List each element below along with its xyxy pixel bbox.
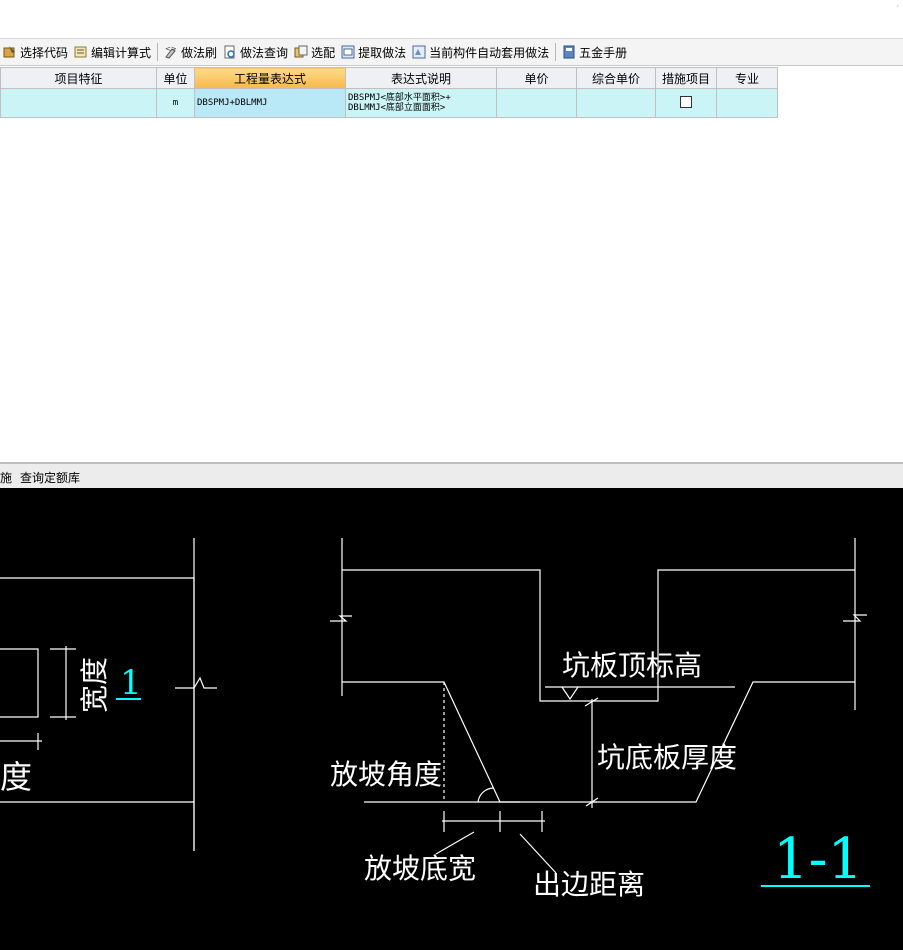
expression-text: DBSPMJ+DBLMMJ: [197, 98, 268, 108]
cell-feature[interactable]: [0, 88, 157, 118]
col-header-unit[interactable]: 单位: [156, 67, 195, 89]
expression-desc: DBSPMJ<底部水平面积>+ DBLMMJ<底部立面面积>: [347, 93, 496, 113]
cell-total-unit-price[interactable]: [576, 88, 656, 118]
section-title: 1-1: [773, 827, 863, 892]
hardware-manual-button[interactable]: 五金手册: [559, 41, 630, 63]
col-header-feature[interactable]: 项目特征: [0, 67, 157, 89]
method-toolbar: 选择代码 编辑计算式 <> 做法刷 做法查询 选配 提取做法 当前构件自动套用做…: [0, 39, 903, 66]
method-brush-label: 做法刷: [181, 45, 218, 60]
extract-method-icon: [341, 45, 355, 59]
auto-apply-method-button[interactable]: 当前构件自动套用做法: [409, 41, 552, 63]
plan-inner-box: [0, 648, 39, 718]
method-table: 项目特征 单位 工程量表达式 表达式说明 单价 综合单价 措施项目 专业 m D…: [0, 67, 778, 118]
leader-slope-width: [435, 831, 475, 855]
label-width: 宽度: [78, 657, 111, 713]
col-header-expression-desc[interactable]: 表达式说明: [345, 67, 497, 89]
col-header-measure-item[interactable]: 措施项目: [655, 67, 717, 89]
extract-method-label: 提取做法: [358, 45, 407, 60]
cell-expression[interactable]: DBSPMJ+DBLMMJ: [194, 88, 346, 118]
cell-specialty[interactable]: [716, 88, 778, 118]
method-brush-button[interactable]: <> 做法刷: [161, 41, 220, 63]
section-markers: 1 1-1: [116, 663, 870, 892]
col-header-unit-price[interactable]: 单价: [496, 67, 577, 89]
col-header-specialty[interactable]: 专业: [716, 67, 778, 89]
section-mark-1: 1: [120, 663, 142, 703]
auto-apply-method-label: 当前构件自动套用做法: [429, 45, 550, 60]
method-query-label: 做法查询: [240, 45, 289, 60]
svg-text:<>: <>: [165, 45, 177, 53]
col-header-total-unit-price[interactable]: 综合单价: [576, 67, 656, 89]
section-drawing: 宽度 度 坑板顶标高 放坡角度 坑底板厚度 放坡底宽 出边距离 1 1-1: [0, 538, 870, 901]
tab-query-quota-library[interactable]: 查询定额库: [20, 469, 80, 486]
edit-formula-button[interactable]: 编辑计算式: [71, 41, 154, 63]
edit-formula-icon: [74, 45, 88, 59]
plan-outline: [0, 577, 195, 851]
table-header-row: 项目特征 单位 工程量表达式 表达式说明 单价 综合单价 措施项目 专业: [0, 67, 778, 89]
corner-mark: ·: [896, 2, 899, 11]
table-row[interactable]: m DBSPMJ+DBLMMJ DBSPMJ<底部水平面积>+ DBLMMJ<底…: [0, 88, 778, 118]
select-match-icon: [294, 45, 308, 59]
lower-tab-bar: 施 查询定额库: [0, 462, 903, 490]
top-blank-area: ·: [0, 0, 903, 39]
select-match-button[interactable]: 选配: [291, 41, 338, 63]
drawing-lines: [0, 538, 867, 874]
measure-item-checkbox[interactable]: [680, 95, 692, 108]
auto-apply-icon: [412, 45, 426, 59]
hardware-manual-icon: [562, 45, 576, 59]
cell-unit-price[interactable]: [496, 88, 577, 118]
cell-measure-item[interactable]: [655, 88, 717, 118]
cell-expression-desc[interactable]: DBSPMJ<底部水平面积>+ DBLMMJ<底部立面面积>: [345, 88, 497, 118]
tab-measure[interactable]: 施: [0, 469, 12, 486]
left-break-mark: [330, 615, 352, 622]
label-slope-angle: 放坡角度: [330, 758, 442, 791]
method-brush-icon: <>: [164, 45, 178, 59]
toolbar-separator: [157, 43, 159, 61]
label-du: 度: [0, 758, 32, 796]
elevation-marker: [561, 686, 579, 701]
extract-method-button[interactable]: 提取做法: [338, 41, 409, 63]
method-query-button[interactable]: 做法查询: [220, 41, 291, 63]
toolbar-separator: [555, 43, 557, 61]
edit-formula-label: 编辑计算式: [91, 45, 152, 60]
label-edge-distance: 出边距离: [533, 868, 645, 901]
desc-line-1: DBSPMJ<底部水平面积>+: [348, 93, 451, 103]
select-match-label: 选配: [311, 45, 336, 60]
desc-line-2: DBLMMJ<底部立面面积>: [348, 103, 446, 113]
code-select-icon: [3, 45, 17, 59]
select-code-button[interactable]: 选择代码: [0, 41, 71, 63]
plan-break-mark: [175, 676, 217, 689]
label-pit-bottom-thickness: 坑底板厚度: [597, 741, 737, 774]
cell-unit[interactable]: m: [156, 88, 195, 118]
label-slope-bottom-width: 放坡底宽: [364, 852, 476, 885]
slope-angle-arc: [477, 787, 495, 803]
cad-drawing-area: 宽度 度 坑板顶标高 放坡角度 坑底板厚度 放坡底宽 出边距离 1 1-1: [0, 488, 903, 950]
select-code-label: 选择代码: [20, 45, 69, 60]
method-query-icon: [223, 45, 237, 59]
col-header-expression[interactable]: 工程量表达式: [194, 67, 346, 89]
label-pit-top-elev: 坑板顶标高: [562, 649, 702, 682]
hardware-manual-label: 五金手册: [579, 45, 628, 60]
